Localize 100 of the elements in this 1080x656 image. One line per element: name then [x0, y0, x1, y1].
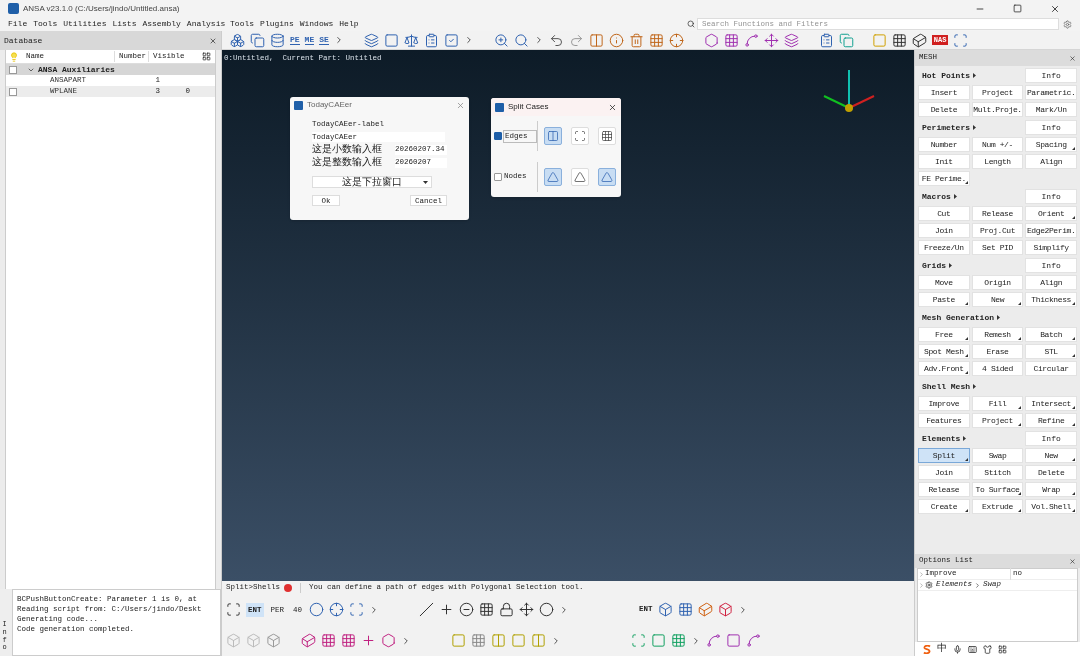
mesh-button[interactable]: Delete: [918, 102, 970, 117]
mesh-button[interactable]: Mark/Un: [1025, 102, 1077, 117]
mesh-button[interactable]: Proj.Cut: [971, 223, 1024, 238]
expand-arrow-icon[interactable]: [973, 125, 976, 130]
close-icon[interactable]: [1069, 54, 1076, 62]
move-icon[interactable]: [763, 32, 779, 48]
mesh-button[interactable]: Insert: [918, 85, 970, 100]
info-button[interactable]: Info: [1025, 258, 1077, 273]
window-select-icon[interactable]: [349, 602, 365, 617]
section-title[interactable]: Macros: [922, 190, 951, 203]
skin-icon[interactable]: [983, 644, 992, 654]
expand-arrow-icon[interactable]: [953, 194, 957, 199]
checkbox[interactable]: [9, 87, 17, 96]
checkbox[interactable]: [494, 132, 502, 141]
square-icon[interactable]: [383, 32, 399, 48]
mesh-button[interactable]: Remesh: [971, 327, 1024, 342]
microphone-icon[interactable]: [953, 644, 962, 654]
circle-select-icon[interactable]: [309, 602, 325, 617]
table-icon[interactable]: [677, 602, 693, 617]
stack-icon[interactable]: [783, 32, 799, 48]
remove-icon[interactable]: [459, 602, 475, 617]
split-icon[interactable]: [531, 633, 546, 648]
search-icon[interactable]: [513, 32, 529, 48]
menu-item[interactable]: Plugins: [260, 18, 294, 30]
toolbar-button[interactable]: ME: [304, 35, 315, 45]
redo-icon[interactable]: [568, 32, 584, 48]
lock-icon[interactable]: [499, 602, 515, 617]
mesh-button[interactable]: Create: [918, 499, 970, 514]
mesh-button[interactable]: Project: [971, 85, 1024, 100]
section-title[interactable]: Shell Mesh: [922, 380, 970, 393]
input-method-icon[interactable]: [923, 644, 931, 654]
mesh-button[interactable]: New: [971, 292, 1024, 307]
mesh-button[interactable]: Improve: [918, 396, 970, 411]
move-icon[interactable]: [519, 602, 535, 617]
mesh-button[interactable]: Stitch: [971, 465, 1024, 480]
undo-icon[interactable]: [548, 32, 564, 48]
mesh-button[interactable]: Origin: [971, 275, 1024, 290]
split-case-button[interactable]: [571, 167, 589, 186]
close-icon[interactable]: [209, 36, 217, 45]
section-title[interactable]: Mesh Generation: [922, 311, 994, 324]
delete-icon[interactable]: [628, 32, 644, 48]
database-icon[interactable]: [270, 32, 285, 48]
mesh-button[interactable]: Set PID: [971, 240, 1024, 255]
layers-icon[interactable]: [363, 32, 379, 48]
mesh-button[interactable]: Orient: [1025, 206, 1077, 221]
more-icon[interactable]: [401, 635, 411, 646]
mesh-button[interactable]: Init: [918, 154, 970, 169]
crosshair-icon[interactable]: [329, 602, 345, 617]
toolbar-button[interactable]: PE: [290, 35, 300, 45]
mesh-button[interactable]: Circular: [1025, 361, 1077, 376]
scale-icon[interactable]: [403, 32, 419, 48]
split-case-button[interactable]: [571, 127, 589, 146]
menu-item[interactable]: Help: [339, 18, 359, 30]
close-icon[interactable]: [608, 102, 617, 112]
grid-icon[interactable]: [479, 602, 495, 617]
section-title[interactable]: Grids: [922, 259, 946, 272]
info-button[interactable]: Info: [1025, 120, 1077, 135]
expand-arrow-icon[interactable]: [963, 436, 967, 441]
mesh-button[interactable]: Align: [1025, 154, 1077, 169]
mesh-button[interactable]: Join: [918, 465, 970, 480]
ime-mode[interactable]: 中: [937, 644, 947, 654]
box-select-icon[interactable]: [226, 602, 241, 617]
mesh-button[interactable]: Refine: [1025, 413, 1077, 428]
curve-icon[interactable]: [743, 32, 759, 48]
hexagon-icon[interactable]: [381, 633, 396, 648]
mesh-button[interactable]: Erase: [971, 344, 1024, 359]
close-icon[interactable]: [1069, 557, 1076, 565]
menu-item[interactable]: Assembly: [142, 18, 181, 30]
split-case-button[interactable]: [598, 127, 616, 146]
zoom-icon[interactable]: [493, 32, 509, 48]
expand-arrow-icon[interactable]: [997, 315, 1000, 320]
copy-icon[interactable]: [250, 32, 265, 48]
mesh-button[interactable]: Spacing: [1025, 137, 1077, 152]
expand-arrow-icon[interactable]: [973, 73, 976, 78]
more-icon[interactable]: [551, 635, 561, 646]
more-icon[interactable]: [691, 635, 701, 646]
mesh-button[interactable]: Project: [971, 413, 1024, 428]
parts-icon[interactable]: [230, 32, 245, 48]
mesh-button[interactable]: Vol.Shell: [1025, 499, 1077, 514]
line-icon[interactable]: [419, 602, 435, 617]
keyboard-icon[interactable]: [968, 644, 977, 654]
wireframe-icon[interactable]: [717, 602, 733, 617]
clipboard-icon[interactable]: [423, 32, 439, 48]
table-icon[interactable]: [891, 32, 907, 48]
check-icon[interactable]: [443, 32, 459, 48]
close-icon[interactable]: [1050, 3, 1060, 14]
split-case-button[interactable]: [544, 127, 562, 146]
mesh-button[interactable]: Wrap: [1025, 482, 1077, 497]
mesh-button[interactable]: Move: [918, 275, 970, 290]
mesh-button[interactable]: Freeze/Un: [918, 240, 970, 255]
mesh-button[interactable]: Align: [1025, 275, 1077, 290]
mesh-button[interactable]: New: [1025, 448, 1077, 463]
solid-icon[interactable]: [301, 633, 316, 648]
mesh-button[interactable]: Features: [918, 413, 970, 428]
expand-arrow-icon[interactable]: [973, 384, 976, 389]
windows-icon[interactable]: [838, 32, 854, 48]
expand-arrow-icon[interactable]: [949, 263, 952, 268]
mesh-icon[interactable]: [321, 633, 336, 648]
split-case-button[interactable]: [544, 167, 562, 186]
split-icon[interactable]: [491, 633, 506, 648]
